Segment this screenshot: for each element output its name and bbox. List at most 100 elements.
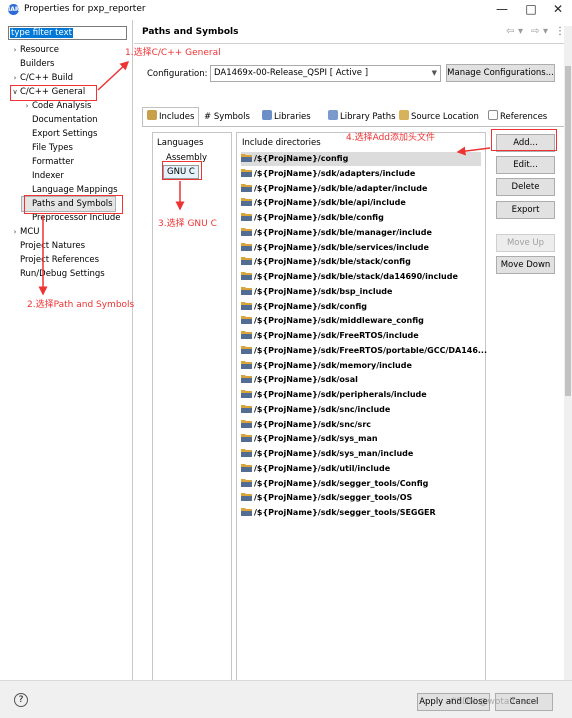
tab-library-paths[interactable]: Library Paths bbox=[328, 108, 396, 126]
page-header: Paths and Symbols ⇦ ▾ ⇨ ▾ ⋮ bbox=[134, 20, 572, 44]
scrollbar-thumb[interactable] bbox=[565, 66, 571, 396]
tree-item-formatter[interactable]: Formatter bbox=[22, 155, 74, 169]
collapsed-chevron-icon[interactable]: › bbox=[10, 225, 20, 239]
delete-button[interactable]: Delete bbox=[496, 178, 555, 196]
configuration-select[interactable]: DA1469x-00-Release_QSPI [ Active ] ▼ bbox=[210, 65, 441, 82]
include-row[interactable]: /${ProjName}/sdk/ble/stack/config bbox=[241, 255, 411, 269]
maximize-icon[interactable]: □ bbox=[521, 1, 541, 17]
tree-item-run-debug-settings[interactable]: Run/Debug Settings bbox=[10, 267, 105, 281]
include-row[interactable]: /${ProjName}/sdk/ble/stack/da14690/inclu… bbox=[241, 270, 458, 284]
languages-list: Languages Assembly GNU C bbox=[152, 132, 232, 682]
include-row[interactable]: /${ProjName}/config bbox=[241, 152, 481, 166]
include-row[interactable]: /${ProjName}/sdk/util/include bbox=[241, 462, 390, 476]
include-row[interactable]: /${ProjName}/sdk/osal bbox=[241, 373, 358, 387]
include-path: /${ProjName}/sdk/ble/stack/da14690/inclu… bbox=[254, 272, 458, 281]
back-menu-icon[interactable]: ▾ bbox=[518, 26, 523, 37]
export-button[interactable]: Export bbox=[496, 201, 555, 219]
filter-input[interactable]: type filter text bbox=[8, 26, 127, 40]
tree-item-indexer[interactable]: Indexer bbox=[22, 169, 64, 183]
include-row[interactable]: /${ProjName}/sdk/ble/api/include bbox=[241, 196, 406, 210]
include-path: /${ProjName}/sdk/snc/src bbox=[254, 419, 372, 429]
tree-item-mcu[interactable]: › MCU bbox=[10, 225, 40, 239]
chevron-down-icon: ▼ bbox=[431, 69, 437, 77]
close-icon[interactable]: ✕ bbox=[548, 1, 568, 17]
include-row[interactable]: /${ProjName}/sdk/snc/include bbox=[241, 403, 390, 417]
tree-item-label: Run/Debug Settings bbox=[20, 269, 105, 279]
app-icon: IAR bbox=[8, 4, 20, 15]
tree-item-documentation[interactable]: Documentation bbox=[22, 113, 98, 127]
page-title: Paths and Symbols bbox=[142, 27, 239, 37]
tab-source-location[interactable]: Source Location bbox=[399, 108, 479, 126]
include-row[interactable]: /${ProjName}/sdk/FreeRTOS/include bbox=[241, 329, 419, 343]
tree-item-project-references[interactable]: Project References bbox=[10, 253, 99, 267]
include-path: /${ProjName}/sdk/snc/include bbox=[254, 404, 391, 414]
tree-item-file-types[interactable]: File Types bbox=[22, 141, 73, 155]
tab-symbols[interactable]: # Symbols bbox=[204, 108, 250, 126]
move-up-button[interactable]: Move Up bbox=[496, 234, 555, 252]
include-row[interactable]: /${ProjName}/sdk/config bbox=[241, 300, 367, 314]
manage-configurations-button[interactable]: Manage Configurations... bbox=[446, 64, 555, 82]
include-row[interactable]: /${ProjName}/sdk/sys_man/include bbox=[241, 447, 413, 461]
edit-button[interactable]: Edit... bbox=[496, 156, 555, 174]
tree-item-builders[interactable]: Builders bbox=[10, 57, 55, 71]
annotation-step1: 1.选择C/C++ General bbox=[125, 48, 221, 58]
back-icon[interactable]: ⇦ bbox=[506, 26, 514, 37]
collapsed-chevron-icon[interactable]: › bbox=[10, 43, 20, 57]
folder-icon bbox=[241, 360, 252, 369]
tree-item-label: File Types bbox=[32, 143, 73, 153]
include-row[interactable]: /${ProjName}/sdk/ble/config bbox=[241, 211, 384, 225]
include-row[interactable]: /${ProjName}/sdk/ble/services/include bbox=[241, 241, 429, 255]
collapsed-chevron-icon[interactable]: › bbox=[22, 99, 32, 113]
include-row[interactable]: /${ProjName}/sdk/snc/src bbox=[241, 418, 371, 432]
tab-includes[interactable]: Includes bbox=[142, 107, 200, 127]
include-path: /${ProjName}/sdk/FreeRTOS/include bbox=[254, 331, 419, 340]
include-row[interactable]: /${ProjName}/sdk/ble/adapter/include bbox=[241, 182, 427, 196]
folder-icon bbox=[241, 227, 252, 236]
collapsed-chevron-icon[interactable]: › bbox=[10, 71, 20, 85]
folder-icon bbox=[241, 153, 252, 162]
folder-icon bbox=[241, 404, 252, 413]
tab-references[interactable]: References bbox=[488, 108, 547, 126]
forward-icon[interactable]: ⇨ bbox=[531, 26, 539, 37]
include-path: /${ProjName}/sdk/segger_tools/Config bbox=[254, 478, 429, 488]
include-row[interactable]: /${ProjName}/sdk/ble/manager/include bbox=[241, 226, 432, 240]
include-row[interactable]: /${ProjName}/sdk/sys_man bbox=[241, 432, 378, 446]
include-row[interactable]: /${ProjName}/sdk/segger_tools/OS bbox=[241, 491, 412, 505]
include-path: /${ProjName}/sdk/config bbox=[254, 301, 368, 311]
include-row[interactable]: /${ProjName}/sdk/memory/include bbox=[241, 359, 412, 373]
vertical-scrollbar[interactable] bbox=[564, 26, 572, 680]
tab-divider bbox=[142, 126, 566, 127]
folder-icon bbox=[241, 301, 252, 310]
include-row[interactable]: /${ProjName}/sdk/segger_tools/Config bbox=[241, 477, 428, 491]
tab-libraries[interactable]: Libraries bbox=[262, 108, 311, 126]
folder-icon bbox=[241, 242, 252, 251]
languages-header: Languages bbox=[157, 138, 204, 148]
include-directories-list: Include directories /${ProjName}/config /… bbox=[236, 132, 487, 682]
folder-icon bbox=[241, 315, 252, 325]
include-row[interactable]: /${ProjName}/sdk/bsp_include bbox=[241, 285, 392, 299]
include-row[interactable]: /${ProjName}/sdk/peripherals/include bbox=[241, 388, 427, 402]
window-title: Properties for pxp_reporter bbox=[24, 4, 146, 14]
tree-item-export-settings[interactable]: Export Settings bbox=[22, 127, 97, 141]
include-path: /${ProjName}/sdk/memory/include bbox=[254, 360, 412, 370]
tree-item-code-analysis[interactable]: › Code Analysis bbox=[22, 99, 92, 113]
tree-item-project-natures[interactable]: Project Natures bbox=[10, 239, 85, 253]
folder-icon bbox=[241, 419, 252, 428]
include-path: /${ProjName}/sdk/segger_tools/OS bbox=[254, 493, 413, 503]
tree-item-resource[interactable]: › Resource bbox=[10, 43, 59, 57]
tree-item-label: Export Settings bbox=[32, 129, 98, 139]
move-down-button[interactable]: Move Down bbox=[496, 256, 555, 274]
include-row[interactable]: /${ProjName}/sdk/FreeRTOS/portable/GCC/D… bbox=[241, 344, 487, 358]
include-path: /${ProjName}/sdk/segger_tools/SEGGER bbox=[254, 508, 436, 517]
libraries-icon bbox=[262, 110, 272, 120]
include-row[interactable]: /${ProjName}/sdk/segger_tools/SEGGER bbox=[241, 506, 436, 520]
include-row[interactable]: /${ProjName}/sdk/adapters/include bbox=[241, 167, 415, 181]
tree-item-c-c-build[interactable]: › C/C++ Build bbox=[10, 71, 73, 85]
include-row[interactable]: /${ProjName}/sdk/middleware_config bbox=[241, 314, 424, 328]
minimize-icon[interactable]: — bbox=[492, 1, 512, 17]
forward-menu-icon[interactable]: ▾ bbox=[543, 26, 548, 37]
tab-includes-label: Includes bbox=[159, 112, 195, 122]
folder-icon bbox=[241, 183, 252, 192]
help-icon[interactable]: ? bbox=[14, 693, 28, 707]
include-path: /${ProjName}/sdk/sys_man bbox=[254, 434, 378, 444]
